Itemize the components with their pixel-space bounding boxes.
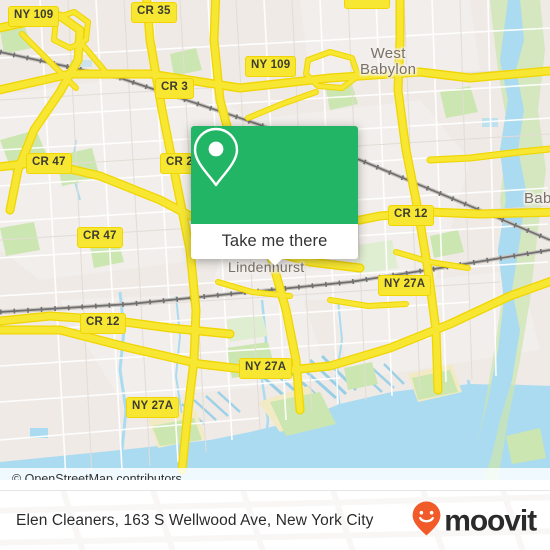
road-shield-ny-109-nw[interactable]: NY 109 [8, 6, 60, 27]
take-me-there-label: Take me there [221, 232, 328, 250]
osm-attribution-text: © OpenStreetMap contributors [12, 472, 182, 480]
road-shield-cut-top[interactable]: CR 35 [344, 0, 390, 9]
road-shield-cr-35[interactable]: CR 35 [131, 2, 177, 23]
callout-pointer [266, 258, 283, 266]
road-shield-ny-27a-e[interactable]: NY 27A [378, 275, 432, 296]
place-title: Elen Cleaners, 163 S Wellwood Ave, New Y… [16, 512, 374, 529]
map-canvas[interactable]: West Babylon Lindenhurst Bab NY 109 CR 35… [0, 0, 550, 480]
footer-bar: Elen Cleaners, 163 S Wellwood Ave, New Y… [0, 490, 550, 550]
location-callout-card[interactable]: Take me there [191, 126, 358, 266]
road-shield-ny-109-n[interactable]: NY 109 [245, 56, 297, 77]
map-attribution-bar: © OpenStreetMap contributors [0, 468, 550, 480]
road-shield-cr-47-s[interactable]: CR 47 [77, 227, 123, 248]
place-label-babylon: Bab [524, 190, 550, 207]
road-shield-cr-3[interactable]: CR 3 [155, 78, 195, 99]
road-shield-cr-12-w[interactable]: CR 12 [80, 313, 126, 334]
road-shield-ny-27a-c[interactable]: NY 27A [239, 358, 293, 379]
moovit-wordmark: moovit [444, 504, 537, 537]
take-me-there-button[interactable]: Take me there [191, 224, 358, 259]
moovit-logo[interactable]: moovit [411, 501, 537, 542]
moovit-pin-smiley-icon [411, 501, 442, 542]
road-shield-cr-12-e[interactable]: CR 12 [388, 205, 434, 226]
moovit-map-screen: West Babylon Lindenhurst Bab NY 109 CR 35… [0, 0, 550, 550]
road-shield-ny-27a-w[interactable]: NY 27A [126, 397, 180, 418]
callout-pin-area [191, 126, 358, 224]
place-label-west-babylon: West Babylon [360, 45, 417, 79]
road-shield-cr-47-w[interactable]: CR 47 [26, 153, 72, 174]
